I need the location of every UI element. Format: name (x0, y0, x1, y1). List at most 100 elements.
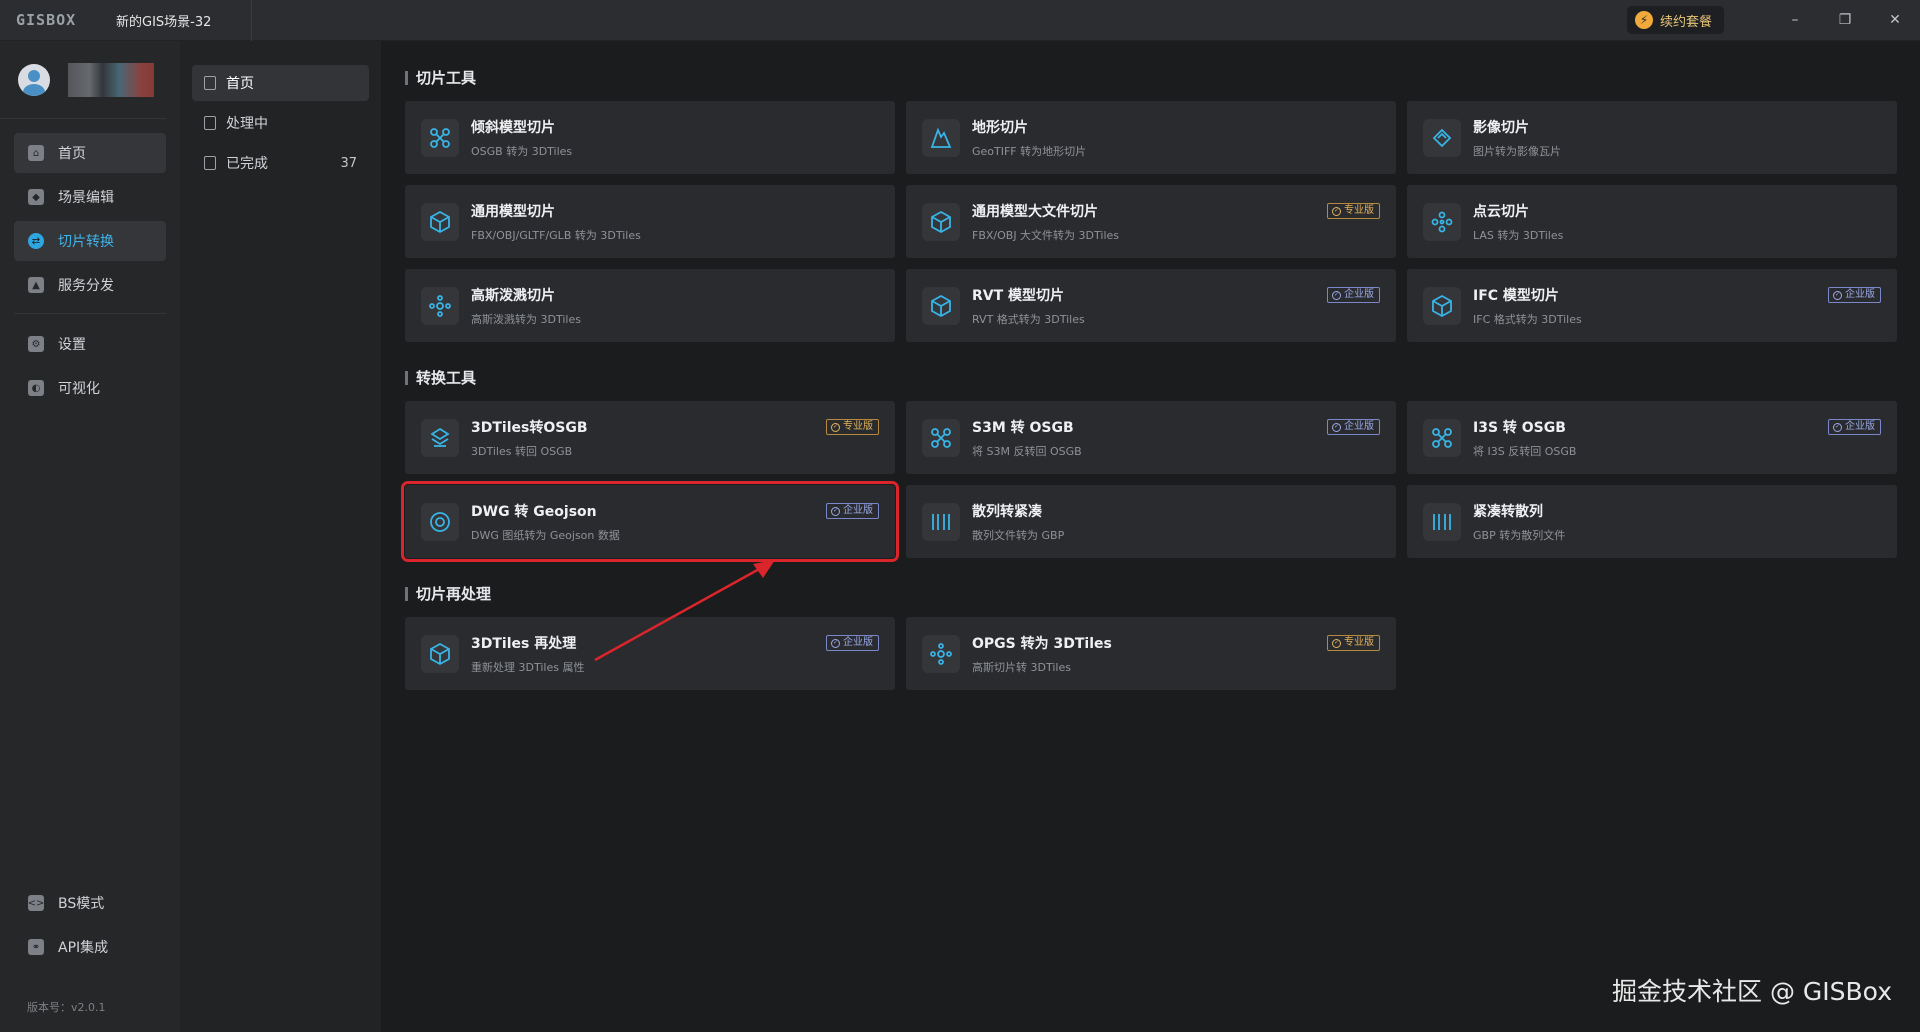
renew-plan-label: 续约套餐 (1659, 14, 1712, 30)
image-tiles-icon (1423, 118, 1461, 157)
sidebar-item-scene-edit[interactable]: ◆ 场景编辑 (14, 177, 166, 217)
tool-card-desc: FBX/OBJ 大文件转为 3DTiles (972, 228, 1120, 242)
subnav-completed[interactable]: 已完成 37 (192, 145, 369, 181)
sidebar-item-settings[interactable]: ⚙ 设置 (14, 324, 166, 364)
tool-card[interactable]: DWG 转 Geojson DWG 图纸转为 Geojson 数据 ✓ 企业版 (401, 481, 899, 562)
badge-label: 企业版 (843, 505, 873, 516)
pro-edition-badge: ✓ 专业版 (1327, 635, 1380, 651)
section-title-convert: 转换工具 (405, 367, 476, 388)
tool-card-name: OPGS 转为 3DTiles (972, 635, 1112, 652)
tool-card[interactable]: 通用模型切片 FBX/OBJ/GLTF/GLB 转为 3DTiles (405, 185, 895, 258)
avatar[interactable] (18, 63, 50, 96)
box-icon (922, 202, 960, 241)
tool-card[interactable]: IFC 模型切片 IFC 格式转为 3DTiles ✓ 企业版 (1407, 269, 1897, 342)
upload-icon: ▲ (28, 277, 44, 293)
box-icon (1423, 286, 1461, 325)
badge-label: 专业版 (843, 421, 873, 432)
tool-card[interactable]: 散列转紧凑 散列文件转为 GBP (906, 485, 1396, 558)
title-bar: GISBOX 新的GIS场景-32 ⚡ 续约套餐 – ❐ ✕ (0, 0, 1920, 41)
sidebar-item-tile-convert[interactable]: ⇄ 切片转换 (14, 221, 166, 261)
user-profile[interactable] (0, 41, 166, 119)
tool-card-desc: 将 S3M 反转回 OSGB (972, 444, 1082, 458)
tool-card[interactable]: S3M 转 OSGB 将 S3M 反转回 OSGB ✓ 企业版 (906, 401, 1396, 474)
box-icon (421, 202, 459, 241)
sidebar-nav: ⌂ 首页 ◆ 场景编辑 ⇄ 切片转换 ▲ 服务分发 ⚙ 设置 ◐ 可视化 (0, 119, 180, 408)
subnav-processing[interactable]: 处理中 (192, 105, 369, 141)
enterprise-edition-badge: ✓ 企业版 (1327, 287, 1380, 303)
tool-card-name: S3M 转 OSGB (972, 419, 1074, 436)
tool-card-name: 通用模型大文件切片 (972, 203, 1098, 220)
enterprise-edition-badge: ✓ 企业版 (826, 635, 879, 651)
point-cloud-icon (1423, 202, 1461, 241)
sidebar-item-bs-mode[interactable]: <> BS模式 (14, 883, 166, 923)
badge-label: 专业版 (1344, 205, 1374, 216)
drone-icon (922, 418, 960, 457)
check-circle-icon: ✓ (1332, 206, 1341, 216)
cube-icon: ◆ (28, 189, 44, 205)
box-icon (421, 634, 459, 673)
lightning-icon: ⚡ (1634, 11, 1653, 29)
app-logo: GISBOX (16, 11, 77, 29)
tool-card-name: 地形切片 (972, 119, 1028, 136)
tool-card[interactable]: 点云切片 LAS 转为 3DTiles (1407, 185, 1897, 258)
tool-card-desc: 重新处理 3DTiles 属性 (471, 660, 585, 674)
divider (14, 313, 166, 314)
sidebar-item-label: BS模式 (58, 896, 105, 912)
sidebar-item-label: API集成 (58, 940, 109, 956)
main-sidebar: ⌂ 首页 ◆ 场景编辑 ⇄ 切片转换 ▲ 服务分发 ⚙ 设置 ◐ 可视化 <> … (0, 41, 180, 1032)
link-icon: ⚭ (28, 939, 44, 955)
completed-count: 37 (340, 155, 357, 171)
tool-card[interactable]: 倾斜模型切片 OSGB 转为 3DTiles (405, 101, 895, 174)
restore-button[interactable]: ❐ (1820, 0, 1870, 41)
tool-card-name: I3S 转 OSGB (1473, 419, 1566, 436)
renew-plan-button[interactable]: ⚡ 续约套餐 (1626, 6, 1724, 34)
enterprise-edition-badge: ✓ 企业版 (1327, 419, 1380, 435)
watermark: 掘金技术社区 @ GISBox (1612, 977, 1892, 1006)
home-doc-icon (204, 76, 216, 90)
gear-icon: ⚙ (28, 336, 44, 352)
section-title-reprocess: 切片再处理 (405, 583, 491, 604)
tool-card-desc: 将 I3S 反转回 OSGB (1473, 444, 1577, 458)
tool-card-desc: IFC 格式转为 3DTiles (1473, 312, 1582, 326)
tool-card-name: 3DTiles转OSGB (471, 419, 588, 436)
badge-label: 专业版 (1344, 637, 1374, 648)
close-button[interactable]: ✕ (1870, 0, 1920, 41)
subnav-home[interactable]: 首页 (192, 65, 369, 101)
sidebar-item-label: 切片转换 (58, 234, 114, 250)
tool-card[interactable]: 紧凑转散列 GBP 转为散列文件 (1407, 485, 1897, 558)
check-circle-icon: ✓ (1833, 422, 1842, 432)
sidebar-item-api[interactable]: ⚭ API集成 (14, 927, 166, 967)
scene-tab[interactable]: 新的GIS场景-32 (102, 0, 253, 41)
enterprise-edition-badge: ✓ 企业版 (1828, 287, 1881, 303)
badge-label: 企业版 (1344, 421, 1374, 432)
tool-card-name: 紧凑转散列 (1473, 503, 1543, 520)
check-circle-icon: ✓ (831, 638, 840, 648)
tool-card[interactable]: I3S 转 OSGB 将 I3S 反转回 OSGB ✓ 企业版 (1407, 401, 1897, 474)
tool-card[interactable]: 通用模型大文件切片 FBX/OBJ 大文件转为 3DTiles ✓ 专业版 (906, 185, 1396, 258)
sidebar-item-home[interactable]: ⌂ 首页 (14, 133, 166, 173)
check-circle-icon: ✓ (1332, 290, 1341, 300)
tool-card[interactable]: 高斯泼溅切片 高斯泼溅转为 3DTiles (405, 269, 895, 342)
tool-card-desc: RVT 格式转为 3DTiles (972, 312, 1085, 326)
section-title-tiling: 切片工具 (405, 67, 476, 88)
convert-icon (421, 418, 459, 457)
tool-card-name: 高斯泼溅切片 (471, 287, 555, 304)
tool-card[interactable]: RVT 模型切片 RVT 格式转为 3DTiles ✓ 企业版 (906, 269, 1396, 342)
tool-card[interactable]: 3DTiles转OSGB 3DTiles 转回 OSGB ✓ 专业版 (405, 401, 895, 474)
gaussian-icon (421, 286, 459, 325)
sidebar-item-label: 首页 (58, 146, 86, 162)
minimize-button[interactable]: – (1770, 0, 1820, 41)
home-icon: ⌂ (28, 145, 44, 161)
sidebar-item-visualize[interactable]: ◐ 可视化 (14, 368, 166, 408)
tool-card-name: 3DTiles 再处理 (471, 635, 577, 652)
tool-card-desc: LAS 转为 3DTiles (1473, 228, 1564, 242)
annotation-arrow (594, 560, 775, 662)
tool-card-desc: DWG 图纸转为 Geojson 数据 (471, 528, 620, 542)
sidebar-item-service[interactable]: ▲ 服务分发 (14, 265, 166, 305)
drone-icon (1423, 418, 1461, 457)
tool-card[interactable]: 地形切片 GeoTIFF 转为地形切片 (906, 101, 1396, 174)
tool-card-name: 倾斜模型切片 (471, 119, 555, 136)
tool-card-desc: GeoTIFF 转为地形切片 (972, 144, 1087, 158)
tool-card[interactable]: OPGS 转为 3DTiles 高斯切片转 3DTiles ✓ 专业版 (906, 617, 1396, 690)
tool-card[interactable]: 影像切片 图片转为影像瓦片 (1407, 101, 1897, 174)
